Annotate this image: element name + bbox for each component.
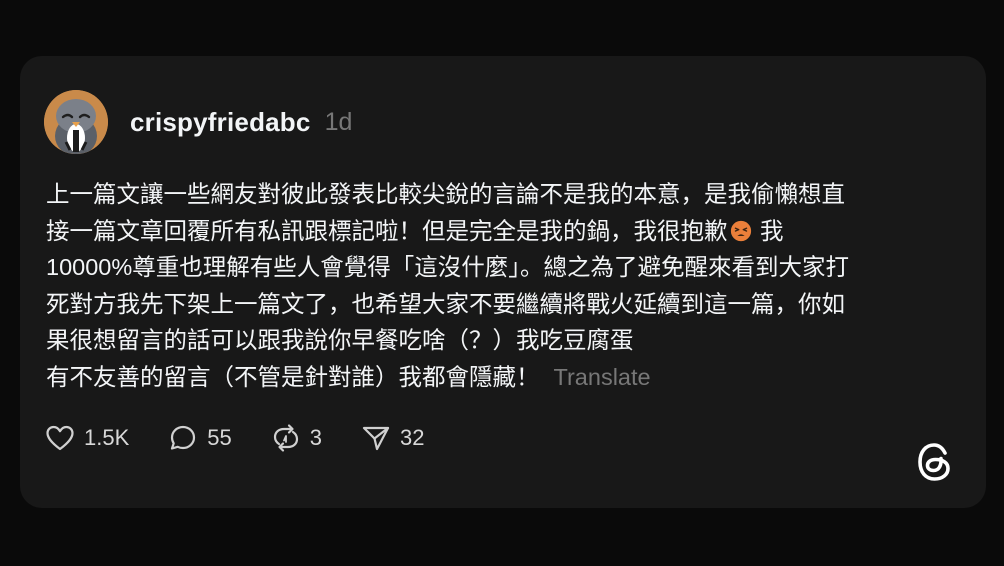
send-icon: [362, 426, 390, 451]
share-button[interactable]: 32: [360, 422, 424, 454]
comment-button[interactable]: 55: [167, 422, 232, 454]
post-header: crispyfriedabc 1d: [44, 90, 352, 154]
post-text-segment: 有不友善的留言（不管是針對誰）我都會隱藏！: [46, 363, 540, 390]
post-text-line: 有不友善的留言（不管是針對誰）我都會隱藏！ Translate: [46, 359, 946, 396]
penguin-avatar-icon: [44, 90, 108, 154]
threads-logo-icon[interactable]: [915, 440, 955, 484]
repost-button[interactable]: 3: [270, 422, 322, 454]
share-count: 32: [400, 425, 425, 450]
post-actions: 1.5K 55 3 32: [44, 420, 462, 456]
post-text-segment: 我: [760, 217, 784, 244]
username[interactable]: crispyfriedabc: [130, 107, 311, 138]
tired-face-emoji-icon: [730, 220, 751, 241]
translate-link[interactable]: Translate: [554, 364, 651, 390]
comment-count: 55: [207, 425, 232, 450]
post-text-segment: 接一篇文章回覆所有私訊跟標記啦！但是完全是我的鍋，我很抱歉: [46, 217, 728, 244]
post-text-line: 接一篇文章回覆所有私訊跟標記啦！但是完全是我的鍋，我很抱歉 我: [46, 213, 946, 250]
avatar[interactable]: [44, 90, 108, 154]
like-count: 1.5K: [84, 425, 130, 450]
post-card: crispyfriedabc 1d 上一篇文讓一些網友對彼此發表比較尖銳的言論不…: [20, 56, 986, 508]
post-timestamp: 1d: [324, 107, 353, 136]
post-text-line: 死對方我先下架上一篇文了，也希望大家不要繼續將戰火延續到這一篇，你如: [46, 290, 845, 317]
post-body: 上一篇文讓一些網友對彼此發表比較尖銳的言論不是我的本意，是我偷懶想直 接一篇文章…: [46, 176, 946, 395]
comment-bubble-icon: [171, 425, 196, 450]
post-text-line: 上一篇文讓一些網友對彼此發表比較尖銳的言論不是我的本意，是我偷懶想直: [46, 181, 845, 207]
heart-icon: [46, 425, 74, 451]
post-text-line: 果很想留言的話可以跟我說你早餐吃啥（？）我吃豆腐蛋: [46, 327, 634, 353]
like-button[interactable]: 1.5K: [44, 422, 129, 454]
repost-icon: [273, 424, 298, 452]
post-text-line: 10000%尊重也理解有些人會覺得「這沒什麼」。總之為了避免醒來看到大家打: [46, 254, 849, 280]
repost-count: 3: [309, 425, 322, 450]
